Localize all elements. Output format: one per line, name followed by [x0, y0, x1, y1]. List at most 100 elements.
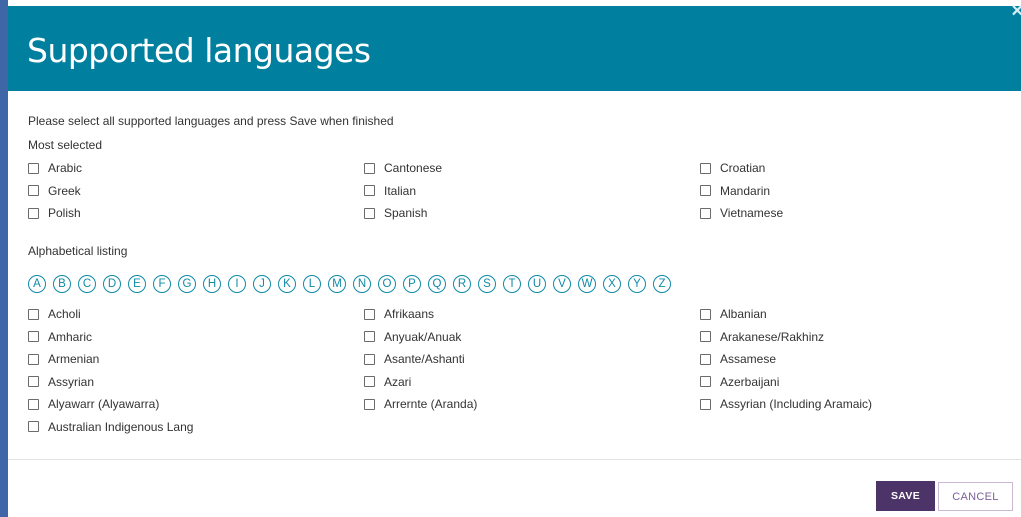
checkbox[interactable]: [700, 398, 711, 410]
checkbox[interactable]: [364, 308, 375, 320]
language-label: Anyuak/Anuak: [384, 329, 462, 344]
checkbox[interactable]: [364, 162, 375, 174]
letter-filter-l[interactable]: L: [303, 275, 321, 293]
letter-filter-m[interactable]: M: [328, 275, 346, 293]
language-checkbox-item[interactable]: Afrikaans: [364, 303, 700, 326]
letter-filter-z[interactable]: Z: [653, 275, 671, 293]
letter-filter-n[interactable]: N: [353, 275, 371, 293]
letter-filter-x[interactable]: X: [603, 275, 621, 293]
letter-filter-y[interactable]: Y: [628, 275, 646, 293]
language-checkbox-item[interactable]: Arabic: [28, 157, 364, 180]
checkbox[interactable]: [364, 207, 375, 219]
language-checkbox-item[interactable]: Anyuak/Anuak: [364, 326, 700, 349]
most-selected-list: Arabic Cantonese Croatian Greek Italian Manda…: [28, 157, 1013, 225]
language-checkbox-item[interactable]: Vietnamese: [700, 202, 1013, 225]
letter-filter-b[interactable]: B: [53, 275, 71, 293]
language-checkbox-item[interactable]: Australian Indigenous Lang: [28, 416, 364, 439]
dialog-title: Supported languages: [27, 31, 371, 70]
letter-filter-v[interactable]: V: [553, 275, 571, 293]
language-label: Australian Indigenous Lang: [48, 419, 194, 434]
language-checkbox-item[interactable]: Azerbaijani: [700, 371, 1013, 394]
checkbox[interactable]: [700, 353, 711, 365]
checkbox[interactable]: [28, 376, 39, 388]
letter-filter-q[interactable]: Q: [428, 275, 446, 293]
checkbox[interactable]: [28, 353, 39, 365]
checkbox[interactable]: [28, 308, 39, 320]
language-checkbox-item[interactable]: Arrernte (Aranda): [364, 393, 700, 416]
language-checkbox-item[interactable]: Acholi: [28, 303, 364, 326]
language-checkbox-item[interactable]: Spanish: [364, 202, 700, 225]
checkbox[interactable]: [28, 398, 39, 410]
language-checkbox-item[interactable]: Alyawarr (Alyawarra): [28, 393, 364, 416]
checkbox[interactable]: [700, 207, 711, 219]
language-checkbox-item[interactable]: Italian: [364, 180, 700, 203]
language-label: Asante/Ashanti: [384, 352, 465, 367]
letter-filter-a[interactable]: A: [28, 275, 46, 293]
checkbox[interactable]: [28, 421, 39, 433]
language-checkbox-item[interactable]: Assyrian: [28, 371, 364, 394]
language-checkbox-item[interactable]: Arakanese/Rakhinz: [700, 326, 1013, 349]
language-label: Arakanese/Rakhinz: [720, 329, 825, 344]
letter-filter-f[interactable]: F: [153, 275, 171, 293]
checkbox[interactable]: [28, 331, 39, 343]
language-label: Amharic: [48, 329, 93, 344]
language-label: Polish: [48, 206, 81, 221]
letter-filter-i[interactable]: I: [228, 275, 246, 293]
language-label: Assyrian: [48, 374, 95, 389]
letter-filter-d[interactable]: D: [103, 275, 121, 293]
language-label: Spanish: [384, 206, 428, 221]
language-checkbox-item[interactable]: Armenian: [28, 348, 364, 371]
language-checkbox-item[interactable]: Mandarin: [700, 180, 1013, 203]
checkbox[interactable]: [28, 162, 39, 174]
language-checkbox-item[interactable]: Azari: [364, 371, 700, 394]
letter-filter-o[interactable]: O: [378, 275, 396, 293]
checkbox[interactable]: [364, 398, 375, 410]
letter-filter-h[interactable]: H: [203, 275, 221, 293]
language-checkbox-item[interactable]: Assyrian (Including Aramaic): [700, 393, 1013, 416]
checkbox[interactable]: [700, 308, 711, 320]
letter-filter-g[interactable]: G: [178, 275, 196, 293]
checkbox[interactable]: [364, 353, 375, 365]
language-label: Azerbaijani: [720, 374, 780, 389]
checkbox[interactable]: [364, 331, 375, 343]
language-checkbox-item[interactable]: Albanian: [700, 303, 1013, 326]
language-label: Greek: [48, 183, 81, 198]
checkbox[interactable]: [700, 162, 711, 174]
cancel-button[interactable]: CANCEL: [938, 482, 1013, 511]
checkbox[interactable]: [700, 331, 711, 343]
letter-filter-k[interactable]: K: [278, 275, 296, 293]
checkbox[interactable]: [364, 376, 375, 388]
letter-filter-w[interactable]: W: [578, 275, 596, 293]
letter-filter-j[interactable]: J: [253, 275, 271, 293]
checkbox[interactable]: [28, 207, 39, 219]
language-checkbox-item[interactable]: Asante/Ashanti: [364, 348, 700, 371]
language-checkbox-item[interactable]: Cantonese: [364, 157, 700, 180]
save-button[interactable]: SAVE: [876, 481, 935, 511]
letter-filter-u[interactable]: U: [528, 275, 546, 293]
checkbox[interactable]: [700, 185, 711, 197]
language-label: Arrernte (Aranda): [384, 397, 478, 412]
language-checkbox-item[interactable]: Assamese: [700, 348, 1013, 371]
letter-filter-r[interactable]: R: [453, 275, 471, 293]
language-checkbox-item[interactable]: Amharic: [28, 326, 364, 349]
letter-filter-s[interactable]: S: [478, 275, 496, 293]
language-label: Acholi: [48, 307, 81, 322]
letter-filter-p[interactable]: P: [403, 275, 421, 293]
language-label: Vietnamese: [720, 206, 784, 221]
language-checkbox-item[interactable]: Greek: [28, 180, 364, 203]
alphabet-filter: ABCDEFGHIJKLMNOPQRSTUVWXYZ: [28, 275, 678, 293]
checkbox[interactable]: [28, 185, 39, 197]
close-icon[interactable]: ×: [1011, 1, 1021, 21]
checkbox[interactable]: [700, 376, 711, 388]
letter-filter-c[interactable]: C: [78, 275, 96, 293]
instruction-text: Please select all supported languages an…: [28, 114, 394, 128]
language-label: Mandarin: [720, 183, 771, 198]
letter-filter-t[interactable]: T: [503, 275, 521, 293]
language-checkbox-item[interactable]: Croatian: [700, 157, 1013, 180]
page-left-border: [0, 0, 8, 517]
language-label: Italian: [384, 183, 417, 198]
checkbox[interactable]: [364, 185, 375, 197]
language-label: Afrikaans: [384, 307, 435, 322]
letter-filter-e[interactable]: E: [128, 275, 146, 293]
language-checkbox-item[interactable]: Polish: [28, 202, 364, 225]
